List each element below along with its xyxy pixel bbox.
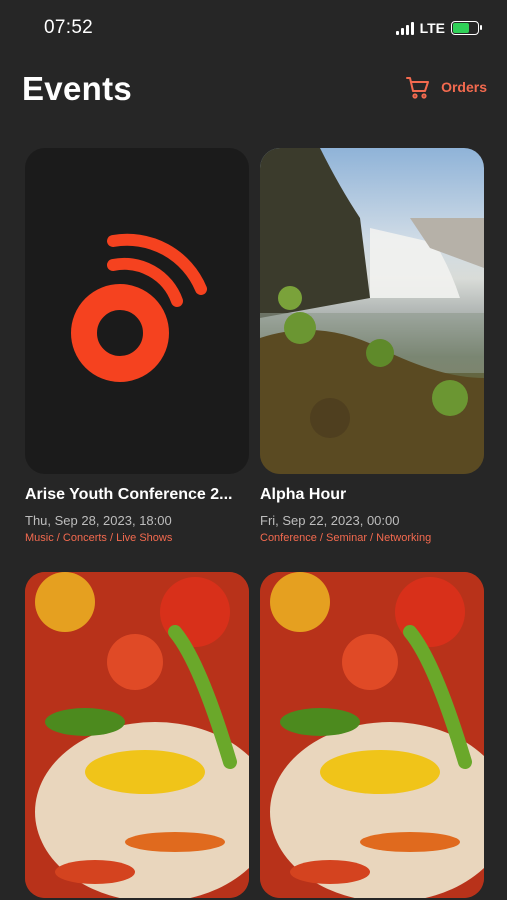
event-card[interactable]: [25, 572, 249, 898]
event-card[interactable]: Arise Youth Conference 2... Thu, Sep 28,…: [25, 148, 249, 544]
event-categories: Conference / Seminar / Networking: [260, 532, 432, 544]
header: Events Orders: [0, 64, 507, 124]
event-image: [25, 572, 249, 898]
status-icons: LTE: [395, 20, 482, 36]
event-image: [260, 572, 484, 898]
food-photo: [260, 572, 484, 898]
event-card[interactable]: [260, 572, 484, 898]
event-categories: Music / Concerts / Live Shows: [25, 532, 173, 544]
signal-icon: [395, 21, 414, 35]
event-date: Fri, Sep 22, 2023, 00:00: [260, 513, 400, 528]
network-label: LTE: [419, 20, 445, 36]
orders-button[interactable]: Orders: [405, 74, 487, 100]
status-time: 07:52: [44, 17, 94, 38]
event-title: Arise Youth Conference 2...: [25, 486, 233, 503]
event-image: [25, 148, 249, 474]
event-image: [260, 148, 484, 474]
cart-icon: [406, 77, 430, 99]
page-title: Events: [22, 70, 133, 107]
battery-icon: [451, 21, 482, 35]
event-date: Thu, Sep 28, 2023, 18:00: [25, 513, 172, 528]
status-bar: 07:52 LTE: [0, 0, 507, 56]
brand-logo-icon: [71, 233, 207, 382]
orders-label: Orders: [441, 79, 487, 95]
event-title: Alpha Hour: [260, 486, 347, 503]
event-card[interactable]: Alpha Hour Fri, Sep 22, 2023, 00:00 Conf…: [260, 148, 484, 544]
waterfall-photo: [260, 148, 484, 474]
food-photo: [25, 572, 249, 898]
